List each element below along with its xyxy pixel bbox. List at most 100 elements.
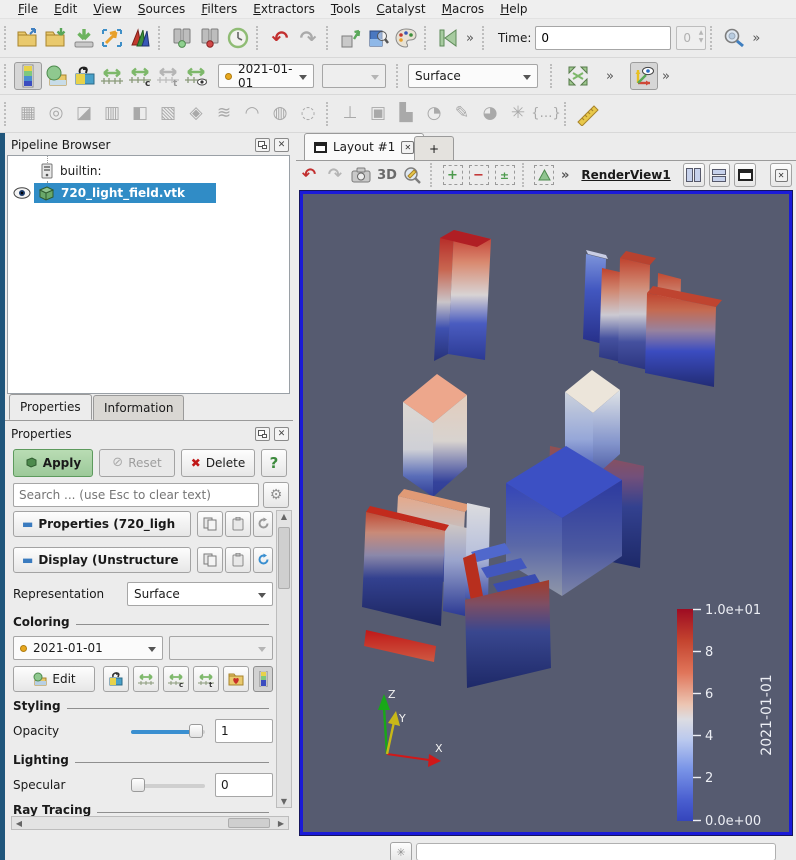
set-solid-color-button[interactable] bbox=[42, 62, 70, 90]
toolbar-grip[interactable] bbox=[4, 64, 11, 88]
open-file-button[interactable] bbox=[14, 24, 42, 52]
choose-preset-button[interactable] bbox=[103, 666, 129, 692]
menu-file[interactable]: File bbox=[10, 1, 46, 17]
color-legend-bar[interactable] bbox=[677, 609, 693, 821]
load-state-button[interactable] bbox=[42, 24, 70, 52]
scrollbar-thumb[interactable] bbox=[228, 818, 270, 828]
rescale-temporal-range-button[interactable]: t bbox=[193, 666, 219, 692]
interactive-select-cells-button[interactable] bbox=[531, 162, 557, 188]
rescale-custom-range-button[interactable]: c bbox=[163, 666, 189, 692]
menu-help[interactable]: Help bbox=[492, 1, 535, 17]
plot-selection-over-time-button[interactable]: ◕ bbox=[476, 100, 504, 128]
paste-display-button[interactable] bbox=[225, 547, 251, 573]
new-layout-tab[interactable]: + bbox=[414, 136, 454, 160]
section-properties-toggle[interactable]: ▬ Properties (720_ligh bbox=[13, 511, 191, 537]
split-horizontal-button[interactable] bbox=[683, 163, 705, 187]
slider-handle[interactable] bbox=[189, 724, 203, 738]
representation-combo[interactable]: Surface bbox=[408, 64, 538, 88]
probe-location-button[interactable]: ⊥ bbox=[336, 100, 364, 128]
view-toolbar-overflow[interactable]: » bbox=[557, 168, 573, 183]
toggle-orientation-axes-button[interactable] bbox=[630, 62, 658, 90]
rescale-to-data-range-button[interactable] bbox=[98, 62, 126, 90]
reset-session-button[interactable] bbox=[224, 24, 252, 52]
glyph-filter-button[interactable]: ◈ bbox=[182, 100, 210, 128]
save-animation-button[interactable] bbox=[126, 24, 154, 52]
undock-panel-button[interactable] bbox=[255, 138, 270, 152]
menu-macros[interactable]: Macros bbox=[434, 1, 493, 17]
frame-spinbox[interactable]: 0 ▲▼ bbox=[676, 26, 706, 50]
opacity-slider[interactable] bbox=[131, 724, 205, 738]
contour-filter-button[interactable]: ◎ bbox=[42, 100, 70, 128]
camera-undo-button[interactable]: ↶ bbox=[296, 162, 322, 188]
menu-tools[interactable]: Tools bbox=[323, 1, 369, 17]
rescale-data-range-button[interactable] bbox=[133, 666, 159, 692]
subtract-selection-button[interactable]: − bbox=[466, 162, 492, 188]
redo-button[interactable]: ↷ bbox=[294, 24, 322, 52]
plot-over-line-button[interactable]: ✎ bbox=[448, 100, 476, 128]
scroll-right-icon[interactable]: ▶ bbox=[274, 819, 288, 828]
menu-catalyst[interactable]: Catalyst bbox=[368, 1, 433, 17]
close-panel-button[interactable]: ✕ bbox=[274, 138, 289, 152]
reset-properties-button[interactable] bbox=[253, 511, 273, 537]
visibility-eye-icon[interactable] bbox=[13, 186, 31, 200]
tensor-glyph-button[interactable]: ✳ bbox=[504, 100, 532, 128]
source-apply-button[interactable] bbox=[336, 24, 364, 52]
toolbar-overflow-chevron[interactable]: » bbox=[462, 31, 478, 46]
python-annotation-button[interactable]: {…} bbox=[532, 100, 560, 128]
properties-horizontal-scrollbar[interactable]: ◀ ▶ bbox=[11, 816, 289, 830]
toolbar-grip[interactable] bbox=[256, 26, 263, 50]
toggle-2d3d-button[interactable]: 3D bbox=[374, 162, 400, 188]
rescale-to-visible-range-button[interactable] bbox=[182, 62, 210, 90]
toolbar-grip[interactable] bbox=[4, 26, 11, 50]
connect-server-button[interactable] bbox=[168, 24, 196, 52]
spin-arrows-icon[interactable]: ▲▼ bbox=[699, 29, 704, 46]
tab-information[interactable]: Information bbox=[93, 395, 184, 420]
coloring-array-combo[interactable]: 2021-01-01 bbox=[13, 636, 163, 660]
pipeline-item-builtin[interactable]: builtin: bbox=[8, 161, 289, 181]
first-frame-button[interactable] bbox=[434, 24, 462, 52]
toolbar-grip[interactable] bbox=[158, 26, 165, 50]
toolbar-overflow-chevron[interactable]: » bbox=[602, 69, 618, 84]
properties-vertical-scrollbar[interactable]: ▲ ▼ bbox=[276, 510, 292, 808]
toolbar-grip[interactable] bbox=[564, 102, 571, 126]
disconnect-server-button[interactable] bbox=[196, 24, 224, 52]
toolbar-grip[interactable] bbox=[430, 163, 437, 187]
menu-edit[interactable]: Edit bbox=[46, 1, 85, 17]
toolbar-grip[interactable] bbox=[4, 102, 11, 126]
time-input[interactable] bbox=[535, 26, 671, 50]
close-panel-button[interactable]: ✕ bbox=[274, 427, 289, 441]
menu-filters[interactable]: Filters bbox=[193, 1, 245, 17]
save-data-button[interactable] bbox=[70, 24, 98, 52]
color-map-editor-button[interactable] bbox=[392, 24, 420, 52]
specular-value-box[interactable]: 0 bbox=[215, 773, 273, 797]
reset-display-button[interactable] bbox=[253, 547, 273, 573]
extract-selection-button[interactable]: ▣ bbox=[364, 100, 392, 128]
component-combo[interactable] bbox=[322, 64, 386, 88]
split-vertical-button[interactable] bbox=[709, 163, 731, 187]
slider-handle[interactable] bbox=[131, 778, 145, 792]
group-datasets-button[interactable]: ◍ bbox=[266, 100, 294, 128]
menu-view[interactable]: View bbox=[85, 1, 129, 17]
menu-sources[interactable]: Sources bbox=[130, 1, 193, 17]
extract-subset-button[interactable]: ▧ bbox=[154, 100, 182, 128]
search-options-button[interactable]: ⚙ bbox=[263, 482, 289, 508]
favorites-preset-button[interactable] bbox=[223, 666, 249, 692]
capture-view-button[interactable] bbox=[348, 162, 374, 188]
orientation-axes-widget[interactable]: X Y Z bbox=[378, 688, 443, 767]
toolbar-grip[interactable] bbox=[396, 64, 403, 88]
rescale-to-custom-range-button[interactable]: c bbox=[126, 62, 154, 90]
reset-button[interactable]: ⊘ Reset bbox=[99, 449, 175, 477]
scroll-down-icon[interactable]: ▼ bbox=[277, 797, 291, 806]
ruler-button[interactable] bbox=[574, 100, 602, 128]
edit-color-map-button[interactable] bbox=[70, 62, 98, 90]
abort-button[interactable]: ✳ bbox=[390, 842, 412, 860]
specular-slider[interactable] bbox=[131, 778, 205, 792]
layout-tab[interactable]: Layout #1 ✕ bbox=[304, 133, 424, 160]
toolbar-grip[interactable] bbox=[522, 163, 529, 187]
undo-button[interactable]: ↶ bbox=[266, 24, 294, 52]
warp-filter-button[interactable]: ◠ bbox=[238, 100, 266, 128]
stream-tracer-button[interactable]: ≋ bbox=[210, 100, 238, 128]
zoom-to-data-extents-button[interactable] bbox=[564, 62, 592, 90]
toolbar-grip[interactable] bbox=[482, 26, 489, 50]
show-legend-button[interactable] bbox=[253, 666, 273, 692]
